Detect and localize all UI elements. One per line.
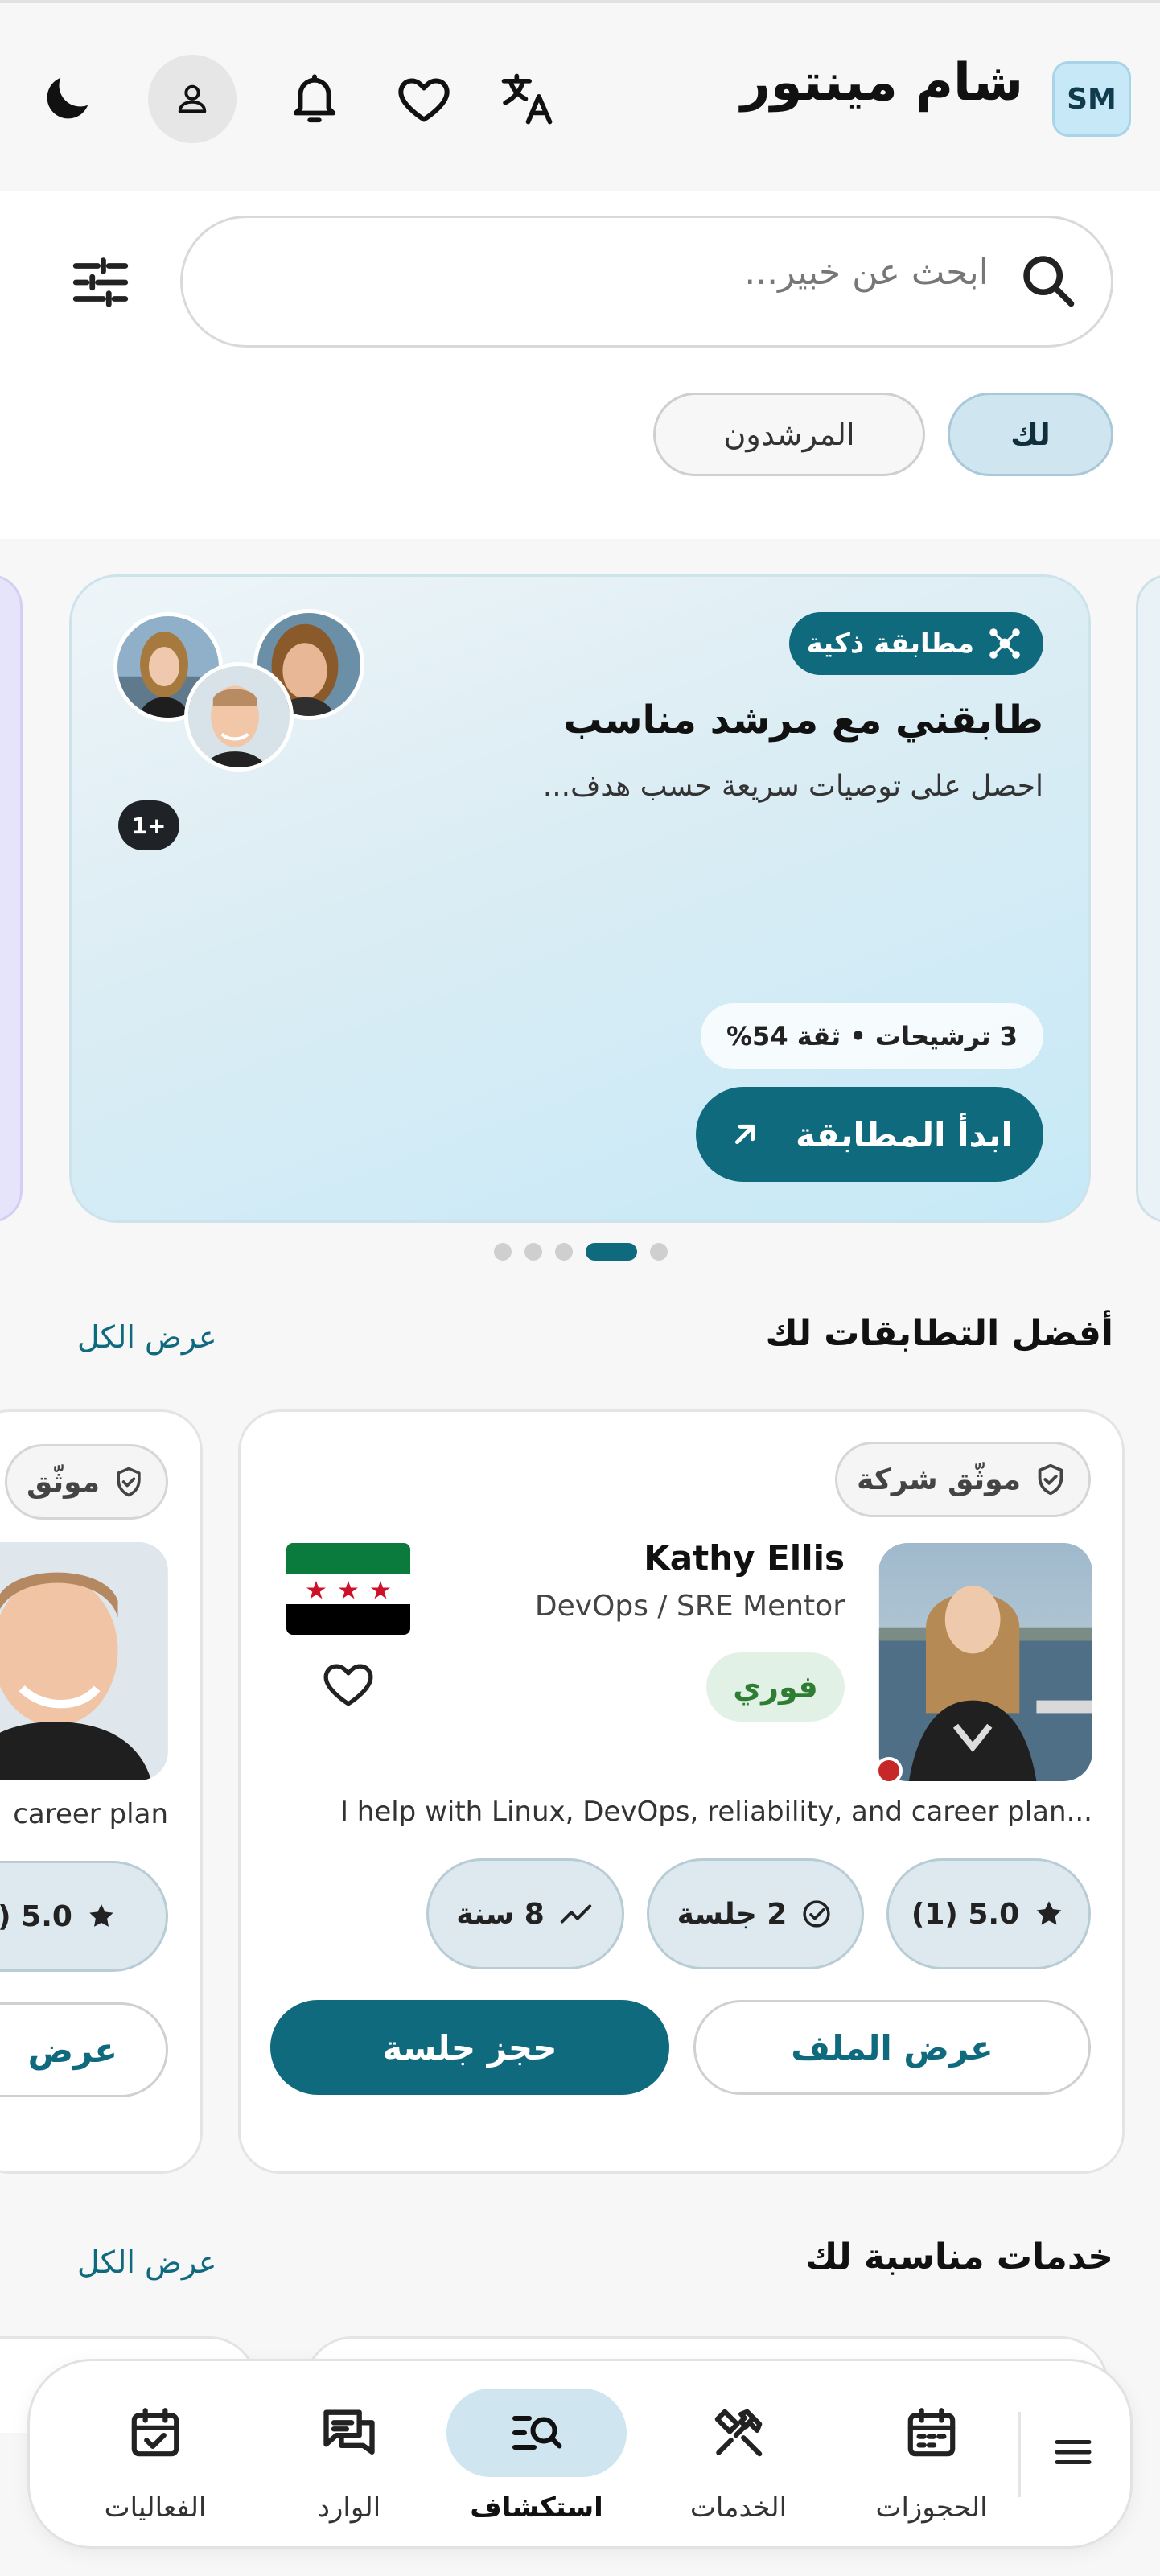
check-circle-icon xyxy=(800,1897,833,1931)
hero-title: طابقني مع مرشد مناسب xyxy=(563,697,1043,743)
hero-subtitle: احصل على توصيات سريعة حسب هدف... xyxy=(542,770,1043,803)
nav-label: استكشاف xyxy=(470,2492,603,2524)
view-profile-label: عرض xyxy=(27,2030,117,2070)
nav-label: الخدمات xyxy=(689,2492,788,2524)
mentor-bio: career plan xyxy=(13,1798,168,1830)
nav-item-explore[interactable]: استكشاف xyxy=(432,2361,641,2551)
availability-badge: فوري xyxy=(706,1652,845,1722)
nav-item-inbox[interactable]: الوارد xyxy=(263,2361,435,2551)
start-matching-label: ابدأ المطابقة xyxy=(796,1114,1013,1154)
shield-check-icon xyxy=(1032,1461,1069,1498)
app-logo[interactable]: SM xyxy=(1052,61,1131,137)
view-profile-button[interactable]: عرض xyxy=(0,2002,168,2097)
nav-label: الوارد xyxy=(317,2492,381,2524)
translate-icon[interactable] xyxy=(491,63,563,135)
carousel-peek-card[interactable] xyxy=(1136,574,1160,1223)
nav-label: الحجوزات xyxy=(875,2492,988,2524)
sessions-pill: 2 جلسة xyxy=(647,1858,864,1969)
mentor-photo xyxy=(0,1542,168,1780)
calendar-icon xyxy=(887,2389,976,2477)
tools-icon xyxy=(694,2389,783,2477)
mentor-bio: I help with Linux, DevOps, reliability, … xyxy=(339,1796,1092,1828)
carousel-dot[interactable] xyxy=(555,1243,573,1261)
more-count-badge: 1+ xyxy=(118,800,179,850)
carousel-peek-card[interactable] xyxy=(0,574,23,1223)
carousel-dot[interactable] xyxy=(524,1243,542,1261)
verified-company-badge: موثّق شركة xyxy=(835,1442,1091,1517)
moon-icon[interactable] xyxy=(31,63,103,135)
app-header: SM شام مينتور xyxy=(0,0,1160,191)
user-icon[interactable] xyxy=(148,55,237,143)
carousel-dot-active[interactable] xyxy=(586,1243,637,1261)
chip-mentors[interactable]: المرشدون xyxy=(653,393,925,476)
rating-value: 5.0 (1 xyxy=(0,1899,72,1933)
rating-pill: 5.0 (1 xyxy=(0,1861,168,1972)
status-indicator xyxy=(875,1757,903,1784)
mentor-photo[interactable] xyxy=(878,1543,1092,1781)
star-icon xyxy=(85,1900,117,1932)
smart-match-card[interactable]: مطابقة ذكية طابقني مع مرشد مناسب احصل عل… xyxy=(69,574,1091,1223)
bottom-nav: الحجوزات الخدمات استكشاف الوارد الفعاليا… xyxy=(27,2359,1133,2549)
top-matches-view-all[interactable]: عرض الكل xyxy=(77,1319,217,1355)
menu-icon[interactable] xyxy=(1026,2405,1120,2499)
verified-label: موثّق شركة xyxy=(857,1463,1021,1496)
avatar xyxy=(184,662,294,772)
start-matching-button[interactable]: ابدأ المطابقة xyxy=(696,1087,1043,1182)
mentor-name[interactable]: Kathy Ellis xyxy=(644,1538,845,1578)
app-title: شام مينتور xyxy=(740,53,1023,113)
chip-for-you[interactable]: لك xyxy=(948,393,1113,476)
heart-icon[interactable] xyxy=(388,63,460,135)
filter-icon[interactable] xyxy=(68,249,134,315)
search-input[interactable]: ابحث عن خبير... xyxy=(180,216,1113,348)
rating-value: 5.0 (1) xyxy=(911,1897,1020,1931)
chat-icon xyxy=(305,2389,393,2477)
verified-label: موثّق xyxy=(27,1465,100,1499)
search-icon xyxy=(1018,250,1079,311)
rating-pill: 5.0 (1) xyxy=(886,1858,1091,1969)
sessions-value: 2 جلسة xyxy=(677,1897,788,1931)
book-session-button[interactable]: حجز جلسة xyxy=(270,2000,669,2095)
verified-badge: موثّق xyxy=(5,1444,168,1520)
explore-search-icon xyxy=(446,2389,627,2477)
match-stats: 3 ترشيحات • ثقة 54% xyxy=(700,1003,1043,1069)
smart-match-badge: مطابقة ذكية xyxy=(788,612,1043,675)
nav-item-services[interactable]: الخدمات xyxy=(652,2361,825,2551)
network-icon xyxy=(985,624,1024,663)
experience-pill: 8 سنة xyxy=(426,1858,624,1969)
smart-match-label: مطابقة ذكية xyxy=(806,628,974,660)
syria-flag-icon xyxy=(286,1543,410,1635)
services-view-all[interactable]: عرض الكل xyxy=(77,2245,217,2280)
carousel-dot[interactable] xyxy=(494,1243,512,1261)
nav-item-events[interactable]: الفعاليات xyxy=(62,2361,249,2551)
shield-check-icon xyxy=(111,1464,146,1500)
trending-icon xyxy=(557,1895,594,1932)
top-matches-title: أفضل التطابقات لك xyxy=(765,1313,1113,1354)
services-title: خدمات مناسبة لك xyxy=(805,2237,1113,2278)
star-icon xyxy=(1032,1897,1066,1931)
favorite-heart-icon[interactable] xyxy=(320,1656,376,1712)
experience-value: 8 سنة xyxy=(456,1897,545,1931)
view-profile-button[interactable]: عرض الملف xyxy=(693,2000,1091,2095)
calendar-check-icon xyxy=(111,2389,200,2477)
nav-divider xyxy=(1018,2412,1021,2497)
mentor-card-peek[interactable]: موثّق career plan 5.0 (1 عرض xyxy=(0,1409,203,2174)
search-placeholder: ابحث عن خبير... xyxy=(744,252,989,293)
bell-icon[interactable] xyxy=(278,63,351,135)
mentor-role: DevOps / SRE Mentor xyxy=(534,1590,845,1623)
carousel-indicator xyxy=(494,1242,668,1261)
carousel-dot[interactable] xyxy=(650,1243,668,1261)
nav-label: الفعاليات xyxy=(104,2492,207,2524)
nav-item-bookings[interactable]: الحجوزات xyxy=(845,2361,1018,2551)
arrow-up-right-icon xyxy=(726,1116,763,1153)
